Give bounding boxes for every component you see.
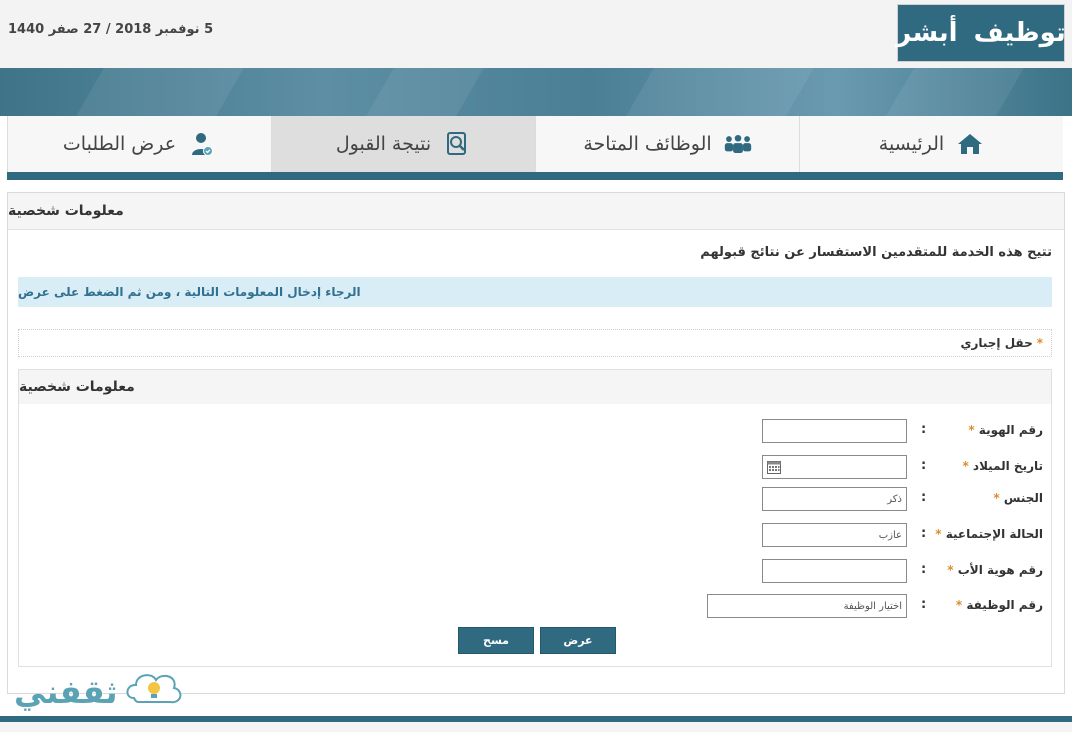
subpanel-title: معلومات شخصية bbox=[19, 370, 1051, 404]
header-banner bbox=[0, 68, 1072, 116]
row-marital-status: الحالة الإجتماعية * : عازب bbox=[19, 523, 1053, 549]
colon: : bbox=[921, 422, 927, 437]
top-header: 5 نوفمبر 2018 / 27 صفر 1440 أبشر توظيف bbox=[0, 0, 1072, 69]
row-id-number: رقم الهوية * : bbox=[19, 419, 1053, 445]
footer-strip bbox=[0, 722, 1072, 732]
personal-info-panel: معلومات شخصية تتيح هذه الخدمة للمتقدمين … bbox=[7, 192, 1065, 694]
required-note: * حقل إجباري bbox=[18, 329, 1052, 357]
lightbulb-icon bbox=[124, 668, 184, 716]
watermark-text: ثقفني bbox=[14, 673, 118, 711]
main-nav: الرئيسية الوظائف المتاحة نتيجة القبول عر… bbox=[7, 116, 1063, 180]
row-father-id: رقم هوية الأب * : bbox=[19, 559, 1053, 585]
colon: : bbox=[921, 562, 927, 577]
clear-button[interactable]: مسح bbox=[458, 627, 534, 654]
nav-item-jobs[interactable]: الوظائف المتاحة bbox=[535, 116, 799, 172]
colon: : bbox=[921, 458, 927, 473]
nav-item-acceptance-result[interactable]: نتيجة القبول bbox=[271, 116, 535, 172]
birth-date-label: تاريخ الميلاد * bbox=[962, 459, 1043, 473]
birth-date-input[interactable] bbox=[762, 455, 907, 479]
marital-status-select[interactable]: عازب bbox=[762, 523, 907, 547]
gender-label: الجنس * bbox=[993, 491, 1043, 505]
nav-label-view-requests: عرض الطلبات bbox=[62, 133, 177, 155]
row-job-number: رقم الوظيفة * : اختيار الوظيفة bbox=[19, 594, 1053, 620]
show-button[interactable]: عرض bbox=[540, 627, 616, 654]
logo-text-2: توظيف bbox=[973, 18, 1066, 48]
people-group-icon bbox=[724, 130, 752, 158]
required-note-text: حقل إجباري bbox=[960, 336, 1033, 350]
required-star: * bbox=[1036, 336, 1043, 350]
nav-item-home[interactable]: الرئيسية bbox=[799, 116, 1063, 172]
nav-label-acceptance-result: نتيجة القبول bbox=[335, 133, 432, 155]
gender-select[interactable]: ذكر bbox=[762, 487, 907, 511]
watermark-logo: ثقفني bbox=[14, 668, 184, 716]
job-number-select[interactable]: اختيار الوظيفة bbox=[707, 594, 907, 618]
search-doc-icon bbox=[443, 130, 471, 158]
colon: : bbox=[921, 526, 927, 541]
nav-label-jobs: الوظائف المتاحة bbox=[583, 133, 712, 155]
intro-text: تتيح هذه الخدمة للمتقدمين الاستفسار عن ن… bbox=[700, 245, 1052, 260]
id-number-input[interactable] bbox=[762, 419, 907, 443]
current-date: 5 نوفمبر 2018 / 27 صفر 1440 bbox=[8, 22, 214, 37]
panel-title: معلومات شخصية bbox=[8, 193, 1064, 230]
row-birth-date: تاريخ الميلاد * : bbox=[19, 455, 1053, 481]
colon: : bbox=[921, 490, 927, 505]
logo-text-1: أبشر bbox=[896, 18, 958, 48]
job-number-label: رقم الوظيفة * bbox=[955, 598, 1043, 612]
id-number-label: رقم الهوية * bbox=[968, 423, 1043, 437]
home-icon bbox=[956, 130, 984, 158]
row-gender: الجنس * : ذكر bbox=[19, 487, 1053, 513]
marital-status-label: الحالة الإجتماعية * bbox=[935, 527, 1043, 541]
info-alert: الرجاء إدخال المعلومات التالية ، ومن ثم … bbox=[18, 277, 1052, 307]
father-id-label: رقم هوية الأب * bbox=[947, 563, 1043, 577]
personal-info-form: معلومات شخصية رقم الهوية * : تاريخ الميل… bbox=[18, 369, 1052, 667]
father-id-input[interactable] bbox=[762, 559, 907, 583]
colon: : bbox=[921, 597, 927, 612]
calendar-icon[interactable] bbox=[767, 460, 781, 474]
site-logo[interactable]: أبشر توظيف bbox=[896, 4, 1066, 62]
nav-label-home: الرئيسية bbox=[878, 133, 945, 155]
user-check-icon bbox=[188, 130, 216, 158]
nav-item-view-requests[interactable]: عرض الطلبات bbox=[7, 116, 271, 172]
